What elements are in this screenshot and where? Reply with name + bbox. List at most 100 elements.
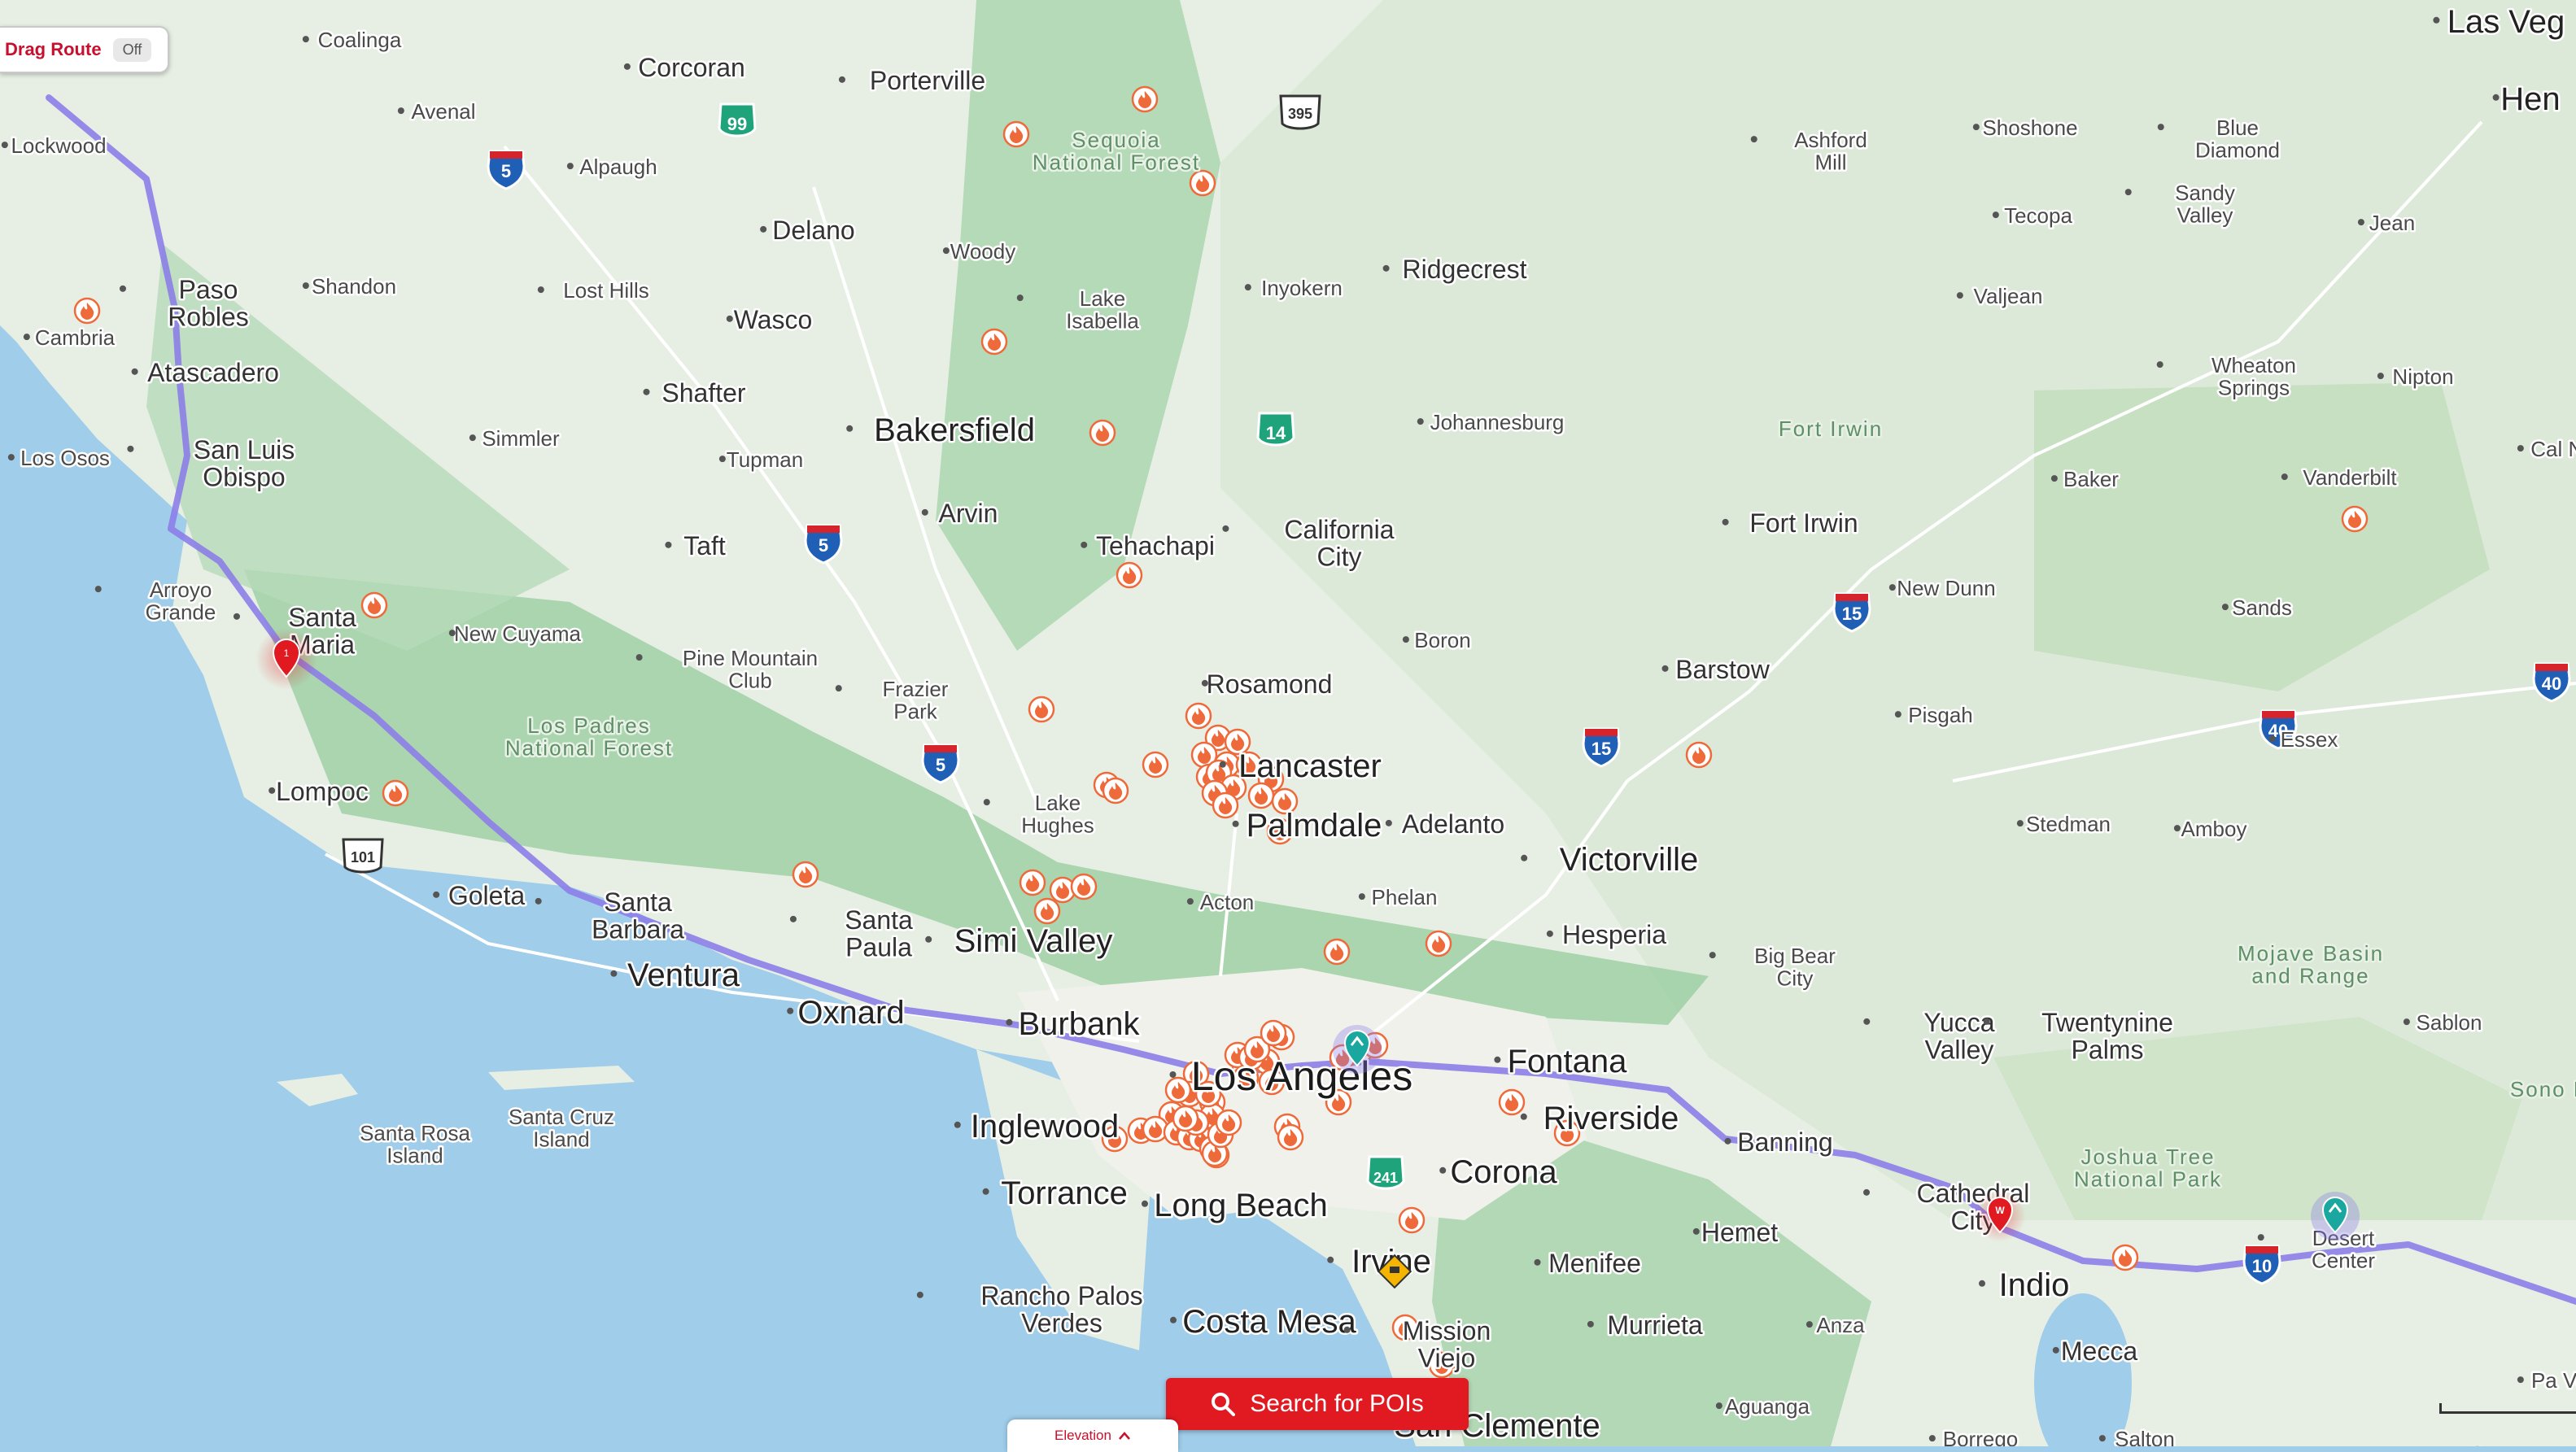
fire-icon[interactable] (382, 779, 409, 807)
place-dot (2517, 445, 2524, 452)
fire-icon[interactable] (1425, 930, 1452, 957)
fire-icon[interactable] (1116, 561, 1143, 589)
place-dot (2052, 1346, 2059, 1354)
drag-route-control[interactable]: Drag Route Off (0, 26, 169, 73)
fire-icon[interactable] (1323, 938, 1351, 966)
place-label-oxnard: Oxnard (797, 995, 904, 1031)
place-label-delano: Delano (772, 216, 854, 245)
fire-icon[interactable] (1172, 1105, 1199, 1132)
place-dot (1169, 1071, 1177, 1078)
fire-icon[interactable] (1089, 419, 1116, 447)
place-label-mecca: Mecca (2061, 1336, 2137, 1366)
fire-icon[interactable] (1142, 751, 1169, 778)
place-label-hemet: Hemet (1701, 1218, 1778, 1247)
place-dot (789, 915, 797, 922)
place-dot (982, 1188, 989, 1195)
place-dot (1722, 518, 1729, 525)
charging-station-icon[interactable] (1333, 1025, 1382, 1074)
fire-icon[interactable] (980, 328, 1008, 355)
place-label-tecopa: Tecopa (2004, 203, 2072, 228)
place-label-las-veg: Las Veg (2447, 4, 2565, 40)
route-map[interactable]: 99539514515404051510124110 CoalingaCorco… (0, 0, 2576, 1446)
place-label-porterville: Porterville (870, 66, 985, 95)
fire-icon[interactable] (1019, 869, 1046, 896)
place-dot (1750, 136, 1757, 143)
place-label-valjean: Valjean (1974, 284, 2043, 308)
search-pois-button[interactable]: Search for POIs (1166, 1378, 1469, 1430)
fire-icon[interactable] (1033, 897, 1061, 925)
place-dot (302, 282, 309, 290)
route-waypoint-marker[interactable]: W (1974, 1190, 2026, 1242)
fire-icon[interactable] (2111, 1244, 2139, 1271)
place-label-baker: Baker (2063, 467, 2119, 491)
place-label-corona: Corona (1450, 1154, 1557, 1190)
place-dot (1805, 1321, 1813, 1328)
highway-shield-14: 14 (1256, 412, 1295, 447)
place-dot (1006, 1018, 1013, 1026)
place-label-inyokern: Inyokern (1261, 276, 1343, 300)
place-dot (760, 225, 767, 233)
place-label-sands: Sands (2232, 595, 2292, 620)
place-label-hen: Hen (2500, 81, 2560, 117)
drag-route-toggle[interactable]: Off (112, 37, 152, 62)
place-dot (302, 36, 309, 43)
place-label-borrego: Borrego (1943, 1427, 2019, 1446)
place-dot (2016, 820, 2024, 827)
place-dot (535, 897, 542, 905)
place-dot (2221, 604, 2229, 611)
fire-icon[interactable] (1260, 1019, 1287, 1047)
fire-icon[interactable] (1212, 791, 1239, 819)
place-label-santa-barbara: Santa Barbara (592, 887, 684, 944)
place-label-corcoran: Corcoran (638, 53, 745, 82)
route-start-marker[interactable]: 1 (255, 628, 317, 690)
fire-icon[interactable] (792, 861, 819, 888)
place-dot (1546, 930, 1553, 937)
place-dot (2268, 735, 2276, 743)
fire-icon[interactable] (1398, 1206, 1426, 1234)
shield-number: 40 (2542, 674, 2561, 694)
place-label-lockwood: Lockwood (11, 133, 106, 158)
fire-icon[interactable] (73, 297, 101, 325)
place-label-ridgecrest: Ridgecrest (1403, 255, 1527, 284)
shield-number: 101 (351, 849, 375, 866)
fire-icon[interactable] (1247, 782, 1275, 809)
fire-icon[interactable] (1185, 702, 1212, 730)
fire-icon[interactable] (360, 591, 388, 619)
fire-icon[interactable] (1189, 169, 1216, 197)
fire-icon[interactable] (1277, 1123, 1304, 1151)
fire-icon[interactable] (2341, 505, 2369, 533)
charging-station-icon[interactable] (2311, 1192, 2360, 1241)
place-dot (1888, 584, 1896, 591)
place-dot (1081, 541, 1088, 548)
place-label-simmler: Simmler (482, 426, 560, 451)
place-label-los-osos: Los Osos (20, 446, 110, 470)
place-dot (846, 425, 854, 432)
place-label-hesperia: Hesperia (1562, 920, 1666, 949)
place-dot (942, 247, 950, 255)
fire-icon[interactable] (1215, 1109, 1242, 1136)
fire-icon[interactable] (1131, 85, 1159, 113)
elevation-toggle[interactable]: Elevation (1007, 1419, 1178, 1452)
place-dot (1724, 1137, 1731, 1145)
fire-icon[interactable] (1028, 695, 1055, 723)
place-label-avenal: Avenal (411, 99, 475, 124)
place-dot (1186, 898, 1194, 905)
place-dot (925, 935, 932, 943)
fire-icon[interactable] (1164, 1076, 1192, 1104)
fire-icon[interactable] (1685, 741, 1713, 769)
fire-icon[interactable] (1498, 1088, 1526, 1116)
place-label-woody: Woody (950, 239, 1015, 264)
place-dot (1439, 1166, 1447, 1174)
fire-icon[interactable] (1070, 873, 1098, 900)
place-dot (2492, 94, 2500, 101)
place-dot (2050, 475, 2058, 482)
fire-icon[interactable] (1002, 120, 1030, 148)
place-dot (1343, 1326, 1351, 1333)
place-dot (1327, 1256, 1334, 1263)
fire-icon[interactable] (1102, 777, 1129, 804)
place-label-paso-robles: Paso Robles (168, 275, 249, 332)
elevation-label: Elevation (1054, 1428, 1111, 1443)
place-dot (2156, 361, 2163, 368)
place-label-san-luis-obispo: San Luis Obispo (194, 435, 295, 492)
place-label-victorville: Victorville (1560, 842, 1698, 878)
